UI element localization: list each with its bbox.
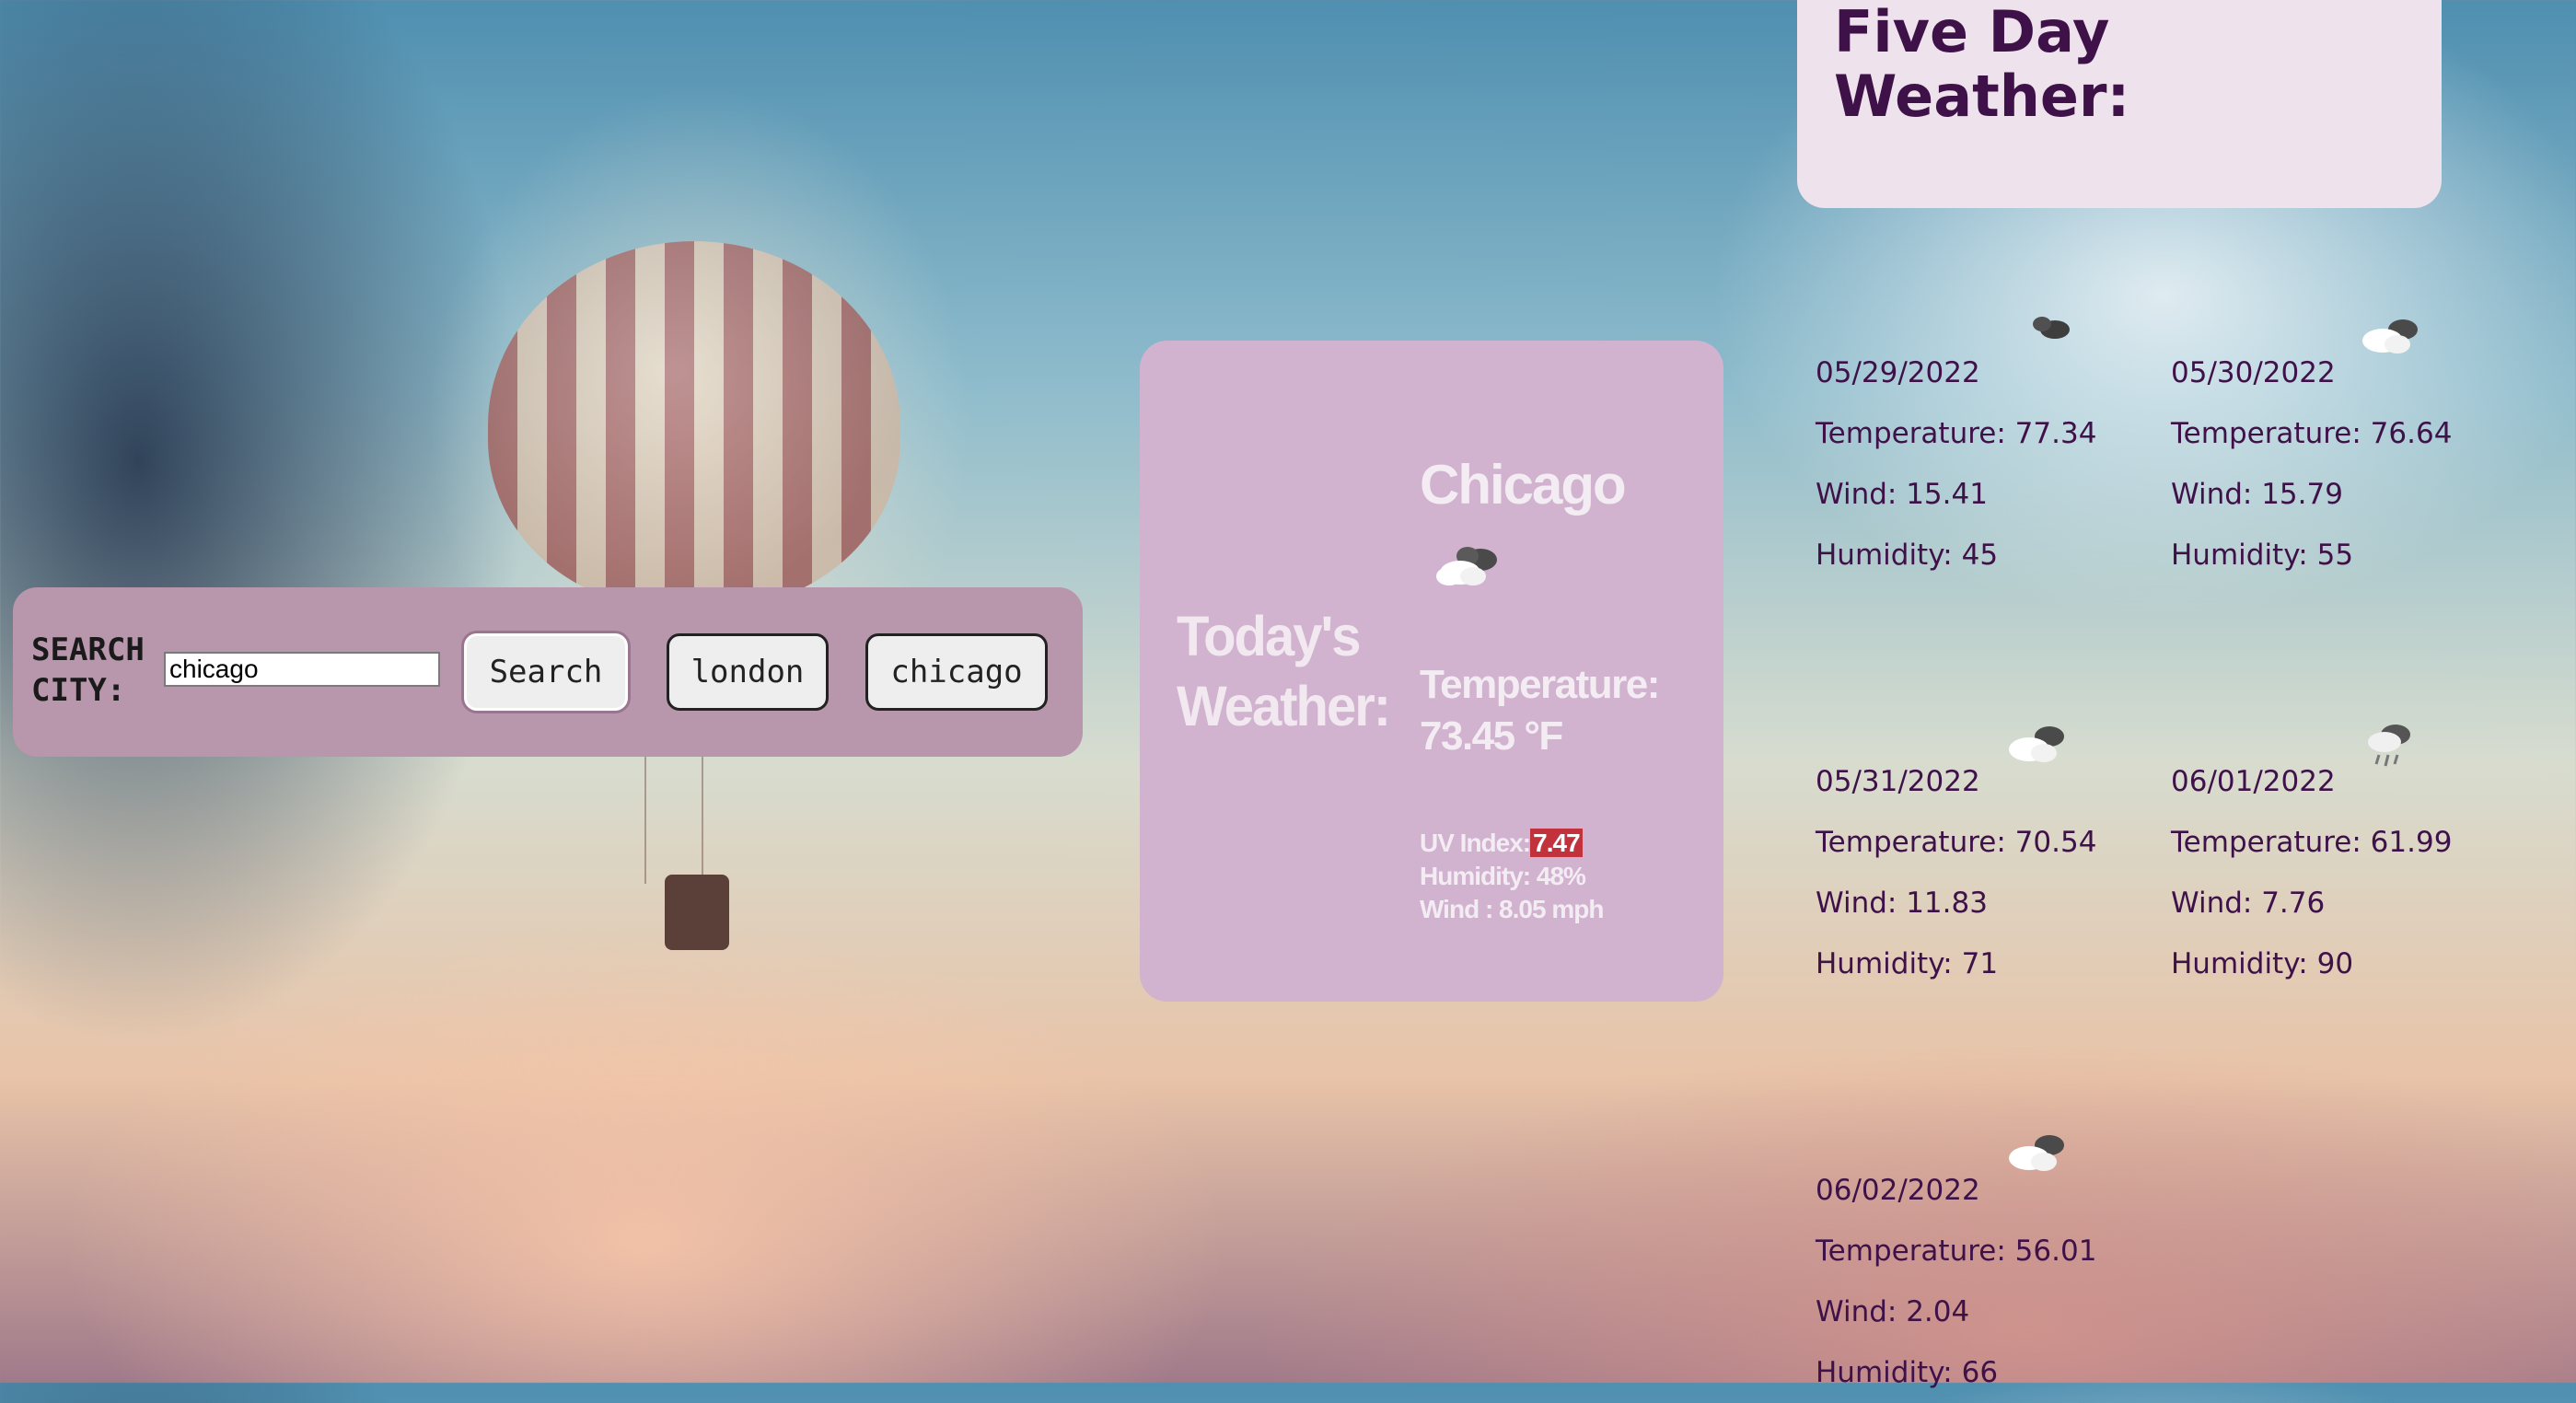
forecast-date: 05/31/2022 [1816, 765, 1980, 798]
current-temperature: Temperature: 73.45 °F [1420, 659, 1696, 762]
hot-air-balloon-image [488, 241, 900, 609]
balloon-basket [665, 875, 729, 950]
forecast-date: 06/01/2022 [2171, 765, 2336, 798]
forecast-date: 05/29/2022 [1816, 356, 1980, 389]
cloud-icon [1433, 541, 1506, 593]
temperature-label: Temperature: [1420, 662, 1660, 707]
history-button-london[interactable]: london [667, 633, 829, 711]
forecast-humidity: Humidity: 66 [1816, 1356, 1999, 1389]
forecast-temperature: Temperature: 61.99 [2171, 826, 2453, 859]
uv-index-badge: 7.47 [1530, 829, 1583, 857]
uv-index-label: UV Index: [1420, 829, 1531, 857]
current-wind: Wind : 8.05 mph [1420, 895, 1604, 923]
five-day-title: Five Day Weather: [1834, 0, 2130, 130]
search-button[interactable]: Search [464, 633, 628, 711]
forecast-humidity: Humidity: 90 [2171, 947, 2354, 980]
todays-weather-title: Today's Weather: [1177, 605, 1391, 738]
forecast-humidity: Humidity: 55 [2171, 539, 2354, 572]
forecast-wind: Wind: 2.04 [1816, 1295, 1970, 1328]
balloon-ropes [644, 755, 703, 884]
search-city-label: SEARCH CITY: [31, 632, 145, 709]
forecast-wind: Wind: 7.76 [2171, 887, 2326, 920]
history-button-chicago[interactable]: chicago [865, 633, 1048, 711]
forecast-day-5: 06/02/2022 Temperature: 56.01 Wind: 2.04… [1816, 1160, 2165, 1403]
forecast-temperature: Temperature: 56.01 [1816, 1235, 2097, 1268]
forecast-wind: Wind: 11.83 [1816, 887, 1988, 920]
five-day-header-card: Five Day Weather: [1797, 0, 2442, 208]
forecast-wind: Wind: 15.79 [2171, 478, 2343, 511]
city-name: Chicago [1420, 454, 1627, 516]
current-humidity: Humidity: 48% [1420, 862, 1586, 890]
todays-weather-card: Today's Weather: Chicago Temperature: 73… [1140, 341, 1723, 1002]
forecast-temperature: Temperature: 70.54 [1816, 826, 2097, 859]
forecast-day-3: 05/31/2022 Temperature: 70.54 Wind: 11.8… [1816, 751, 2165, 994]
forecast-day-2: 05/30/2022 Temperature: 76.64 Wind: 15.7… [2171, 342, 2521, 586]
forecast-humidity: Humidity: 45 [1816, 539, 1999, 572]
forecast-date: 06/02/2022 [1816, 1174, 1980, 1207]
forecast-date: 05/30/2022 [2171, 356, 2336, 389]
forecast-humidity: Humidity: 71 [1816, 947, 1999, 980]
uv-index-row: UV Index: 7.47 [1420, 827, 1603, 860]
forecast-temperature: Temperature: 76.64 [2171, 417, 2453, 450]
temperature-value: 73.45 °F [1420, 713, 1563, 759]
forecast-wind: Wind: 15.41 [1816, 478, 1988, 511]
forecast-temperature: Temperature: 77.34 [1816, 417, 2097, 450]
current-details: UV Index: 7.47 Humidity: 48% Wind : 8.05 … [1420, 827, 1604, 926]
forecast-day-1: 05/29/2022 Temperature: 77.34 Wind: 15.4… [1816, 342, 2165, 586]
search-panel: SEARCH CITY: Search london chicago [13, 587, 1083, 757]
city-search-input[interactable] [164, 652, 440, 687]
forecast-day-4: 06/01/2022 Temperature: 61.99 Wind: 7.76… [2171, 751, 2521, 994]
